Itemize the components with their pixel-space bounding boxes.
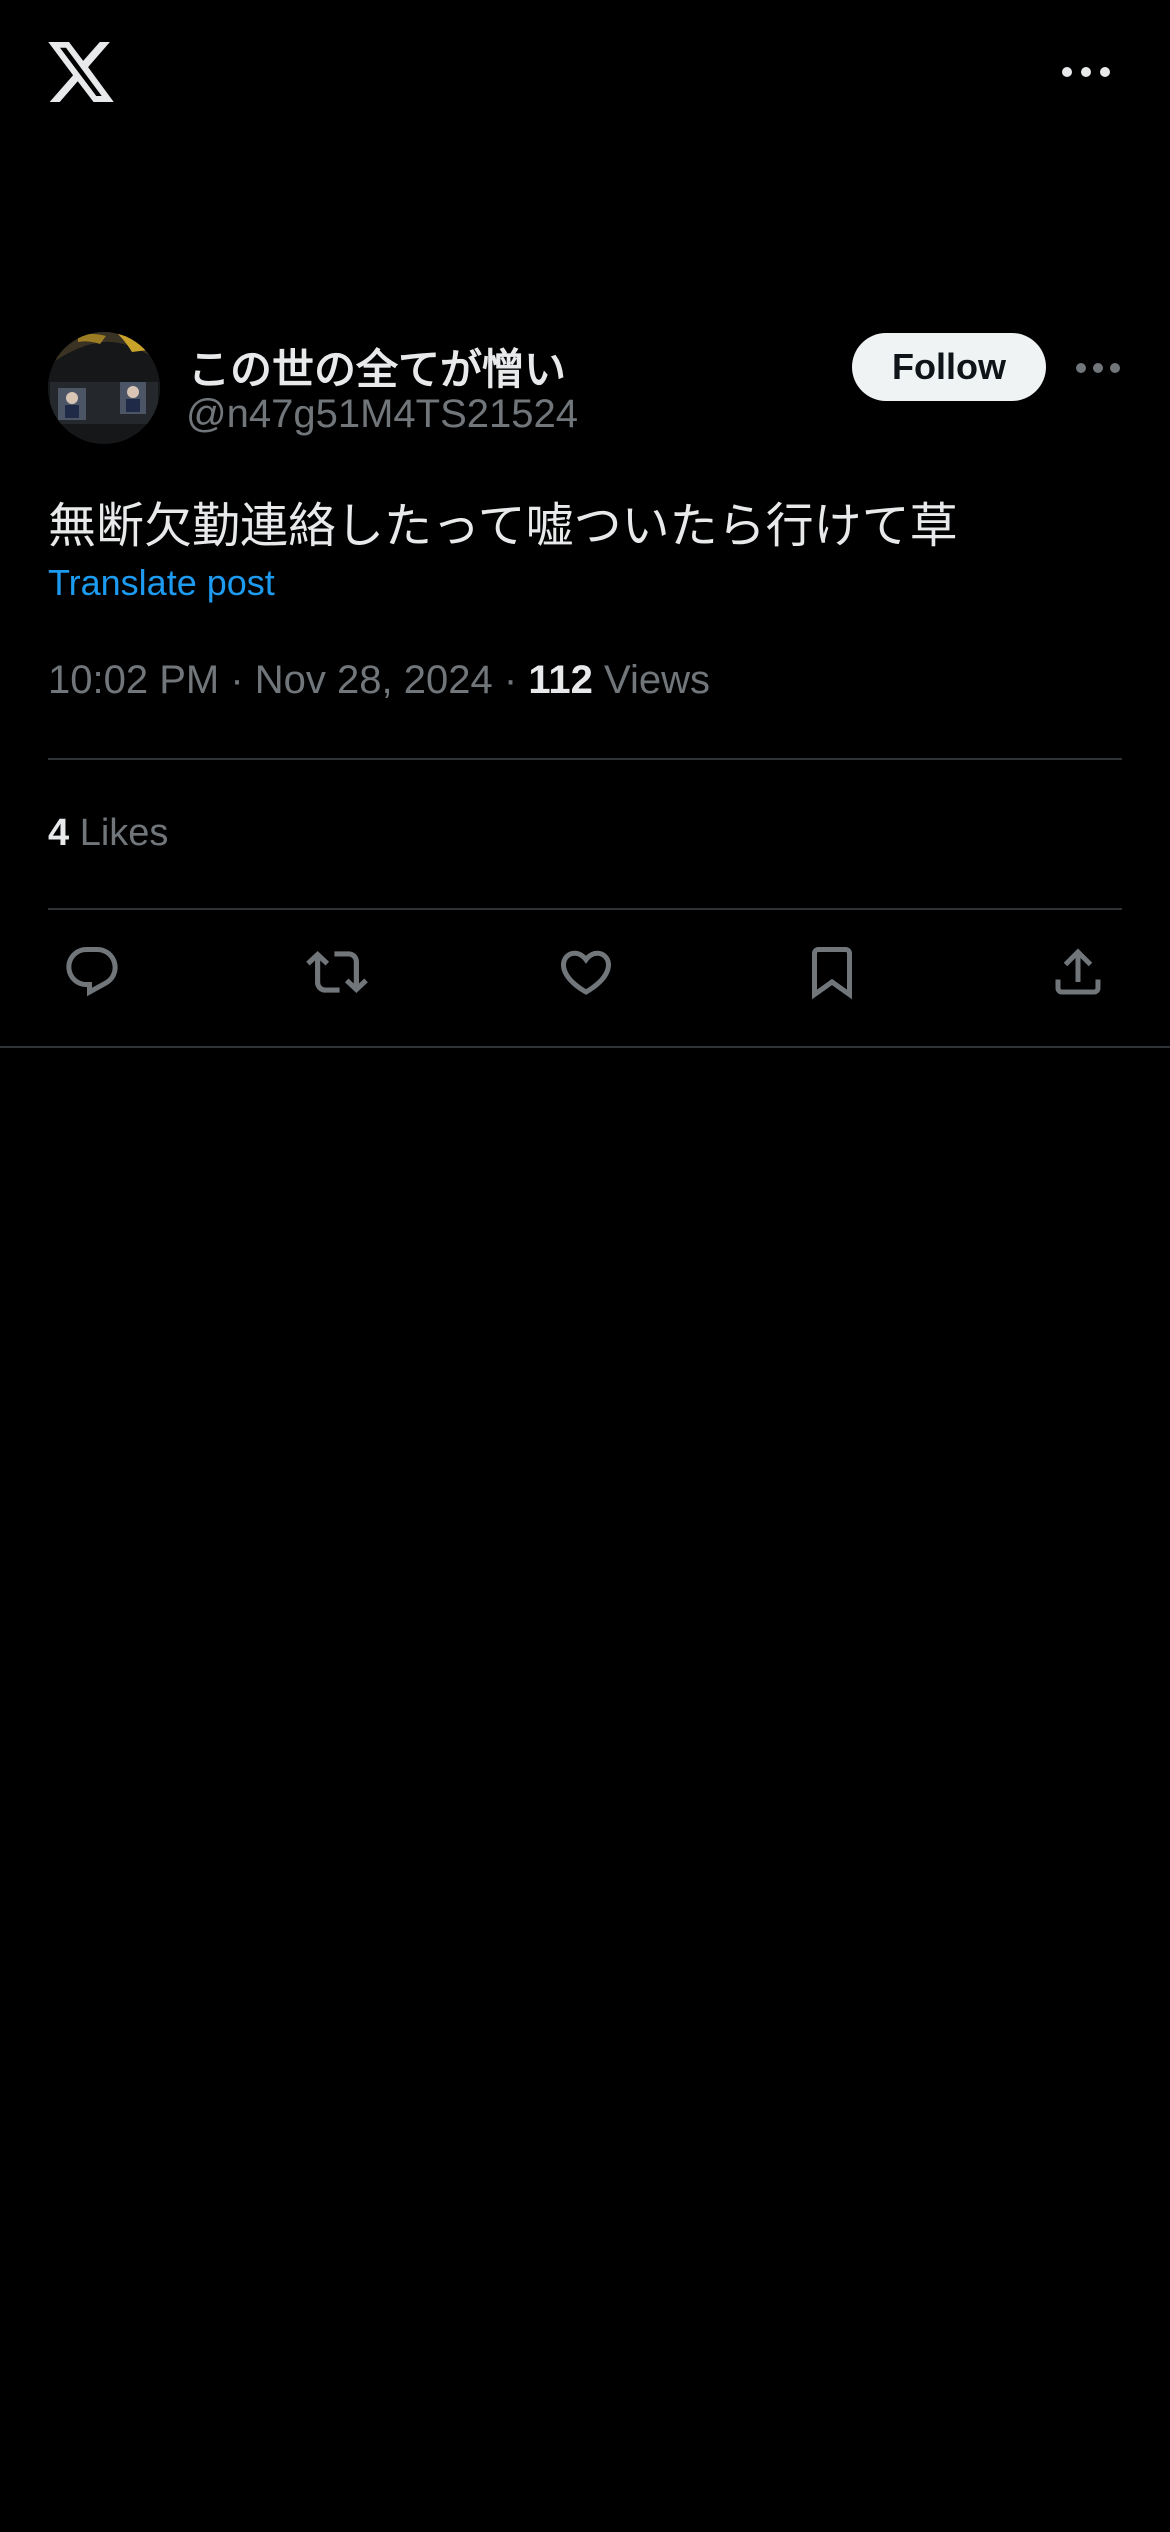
- post-text: 無断欠勤連絡したって嘘ついたら行けて草: [48, 500, 958, 553]
- reply-icon[interactable]: [60, 940, 124, 1004]
- heart-icon[interactable]: [554, 940, 618, 1004]
- avatar[interactable]: [48, 332, 160, 444]
- likes-label: Likes: [79, 812, 169, 854]
- post-meta: 10:02 PM · Nov 28, 2024 · 112 Views: [48, 658, 710, 703]
- author-display-name[interactable]: この世の全てが憎い: [188, 336, 566, 397]
- post-author: この世の全てが憎い @n47g51M4TS21524 Follow: [48, 332, 1122, 448]
- post-date[interactable]: Nov 28, 2024: [255, 658, 493, 702]
- post-more-icon[interactable]: [1076, 362, 1120, 374]
- share-icon[interactable]: [1046, 940, 1110, 1004]
- meta-separator: ·: [230, 658, 244, 702]
- views-label: Views: [603, 658, 710, 702]
- likes-stat[interactable]: 4 Likes: [48, 812, 168, 855]
- likes-count: 4: [48, 812, 70, 854]
- post-time[interactable]: 10:02 PM: [48, 658, 219, 702]
- action-bar: [48, 940, 1122, 1016]
- divider: [48, 908, 1122, 910]
- bookmark-icon[interactable]: [800, 940, 864, 1004]
- divider: [48, 758, 1122, 760]
- more-horizontal-icon[interactable]: [1062, 58, 1110, 86]
- top-bar: [0, 0, 1170, 150]
- follow-button[interactable]: Follow: [852, 333, 1046, 401]
- views-count: 112: [528, 658, 593, 702]
- divider: [0, 1046, 1170, 1048]
- translate-post-link[interactable]: Translate post: [48, 562, 275, 604]
- author-handle[interactable]: @n47g51M4TS21524: [186, 392, 578, 437]
- repost-icon[interactable]: [305, 940, 369, 1004]
- x-logo-icon[interactable]: [48, 42, 114, 102]
- meta-separator: ·: [503, 658, 518, 702]
